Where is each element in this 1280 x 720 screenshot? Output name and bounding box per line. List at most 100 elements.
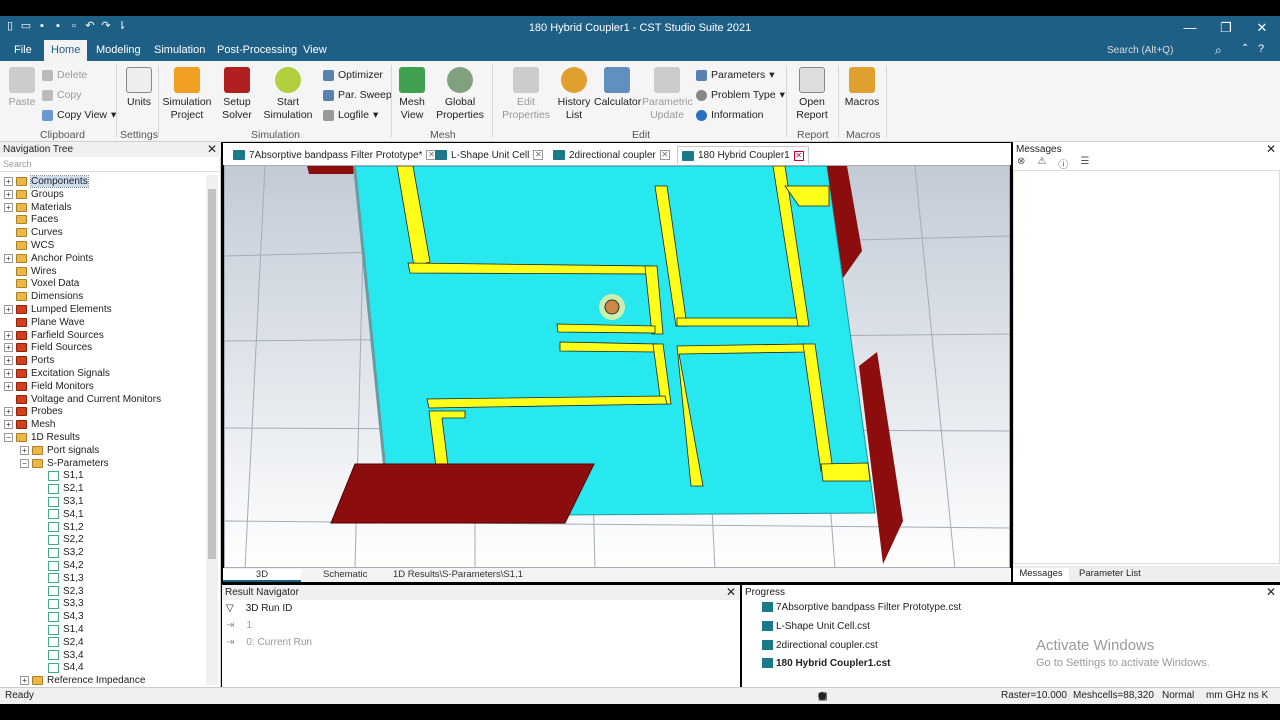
tree-item[interactable]: + Groups	[4, 188, 64, 201]
close-tab-icon[interactable]: ✕	[659, 150, 670, 160]
tree-item[interactable]: S3,2	[36, 546, 84, 559]
expand-icon[interactable]: +	[4, 407, 13, 417]
tree-item[interactable]: S4,3	[36, 610, 84, 623]
tree-item[interactable]: − S-Parameters	[20, 457, 109, 470]
tree-item[interactable]: S2,1	[36, 482, 84, 495]
start-simulation-button[interactable]: Start Simulation	[262, 67, 314, 122]
parameters-button[interactable]: Parameters ▾	[696, 69, 775, 81]
navigation-search-input[interactable]: Search	[0, 158, 219, 172]
tree-item[interactable]: S3,4	[36, 649, 84, 662]
expand-icon[interactable]: +	[4, 202, 13, 212]
tree-item[interactable]: + Field Sources	[4, 341, 92, 354]
expand-icon[interactable]: +	[4, 253, 13, 263]
progress-item-active[interactable]: 180 Hybrid Coupler1.cst	[762, 658, 890, 669]
expand-icon[interactable]: +	[4, 420, 13, 430]
close-icon[interactable]: ✕	[1266, 585, 1276, 599]
view-tab-1d-results[interactable]: 1D Results\S-Parameters\S1,1	[383, 569, 533, 582]
mesh-view-button[interactable]: Mesh View	[396, 67, 428, 122]
tree-item[interactable]: Plane Wave	[4, 316, 85, 329]
par-sweep-button[interactable]: Par. Sweep	[323, 89, 392, 101]
help-icon[interactable]: ?	[1258, 43, 1264, 55]
tree-item[interactable]: Faces	[4, 213, 58, 226]
tree-item[interactable]: WCS	[4, 239, 54, 252]
expand-icon[interactable]: +	[20, 445, 29, 455]
tree-item[interactable]: Curves	[4, 226, 63, 239]
expand-icon[interactable]: +	[4, 189, 13, 199]
global-properties-button[interactable]: Global Properties	[434, 67, 486, 122]
expand-icon[interactable]: +	[4, 369, 13, 378]
trace-d[interactable]	[556, 323, 656, 334]
menu-home[interactable]: Home	[44, 40, 88, 61]
progress-item[interactable]: L-Shape Unit Cell.cst	[762, 621, 870, 632]
collapse-ribbon-icon[interactable]: ⌃	[1241, 43, 1249, 54]
trace-o[interactable]	[820, 462, 871, 482]
logfile-button[interactable]: Logfile ▾	[323, 109, 378, 121]
progress-item[interactable]: 2directional coupler.cst	[762, 640, 878, 651]
3d-viewport[interactable]	[224, 165, 1010, 568]
tree-item[interactable]: + Mesh	[4, 418, 55, 431]
expand-icon[interactable]: +	[4, 305, 13, 314]
warning-icon[interactable]: ⚠	[1037, 156, 1046, 171]
search-box[interactable]: Search (Alt+Q)	[1107, 45, 1173, 56]
filter-icon[interactable]: ▽	[226, 603, 234, 614]
tree-item[interactable]: S1,4	[36, 623, 84, 636]
view-tab-schematic[interactable]: Schematic	[313, 569, 377, 582]
problem-type-button[interactable]: Problem Type ▾	[696, 89, 785, 101]
close-button[interactable]: ✕	[1244, 16, 1280, 40]
list-icon[interactable]: ☰	[1080, 156, 1089, 171]
tree-item[interactable]: S1,2	[36, 521, 84, 534]
tree-item[interactable]: S4,2	[36, 559, 84, 572]
trace-j[interactable]	[676, 317, 806, 327]
tab-messages[interactable]: Messages	[1013, 568, 1069, 582]
tree-item[interactable]: + Anchor Points	[4, 252, 93, 265]
information-button[interactable]: Information	[696, 109, 764, 121]
tree-item[interactable]: + Farfield Sources	[4, 329, 104, 342]
progress-item[interactable]: 7Absorptive bandpass Filter Prototype.cs…	[762, 602, 961, 613]
close-tab-icon[interactable]: ✕	[533, 150, 544, 160]
setup-solver-button[interactable]: Setup Solver	[216, 67, 258, 122]
menu-simulation[interactable]: Simulation	[154, 44, 205, 56]
tree-item[interactable]: S2,4	[36, 636, 84, 649]
tree-item[interactable]: + Reference Impedance	[20, 674, 145, 687]
tree-scrollbar[interactable]	[206, 175, 218, 685]
close-icon[interactable]: ✕	[1266, 142, 1276, 156]
tree-item[interactable]: + Components	[4, 175, 89, 188]
copy-button[interactable]: Copy	[42, 89, 82, 101]
menu-file[interactable]: File	[14, 44, 32, 56]
tree-item[interactable]: − 1D Results	[4, 431, 80, 444]
tree-item[interactable]: S3,3	[36, 597, 84, 610]
tree-item[interactable]: + Materials	[4, 201, 72, 214]
units-button[interactable]: Units	[122, 67, 156, 109]
tree-item[interactable]: + Ports	[4, 354, 54, 367]
tab-l-shape[interactable]: L-Shape Unit Cell ✕	[431, 146, 547, 164]
port-top-left[interactable]	[307, 166, 360, 174]
tab-parameter-list[interactable]: Parameter List	[1079, 568, 1141, 579]
tree-item[interactable]: S1,1	[36, 469, 84, 482]
close-icon[interactable]: ✕	[207, 142, 217, 156]
grid-icon[interactable]: ▦	[818, 691, 827, 702]
history-list-button[interactable]: History List	[556, 67, 592, 122]
paste-button[interactable]: Paste	[8, 67, 36, 109]
tree-item[interactable]: S4,1	[36, 508, 84, 521]
delete-button[interactable]: Delete	[42, 69, 87, 81]
simulation-project-button[interactable]: Simulation Project	[162, 67, 212, 122]
model-canvas[interactable]	[225, 166, 1010, 568]
tree-item[interactable]: S2,3	[36, 585, 84, 598]
tree-item[interactable]: S4,4	[36, 661, 84, 674]
copy-view-button[interactable]: Copy View ▾	[42, 109, 116, 121]
tab-directional-coupler[interactable]: 2directional coupler ✕	[549, 146, 674, 164]
tree-item[interactable]: + Lumped Elements	[4, 303, 112, 316]
view-tab-3d[interactable]: 3D	[223, 569, 301, 582]
menu-view[interactable]: View	[303, 44, 327, 56]
status-mode[interactable]: Normal	[1162, 690, 1194, 701]
menu-modeling[interactable]: Modeling	[96, 44, 141, 56]
tree-item[interactable]: + Excitation Signals	[4, 367, 110, 380]
close-tab-icon[interactable]: ✕	[793, 150, 804, 161]
clear-icon[interactable]: ⊗	[1017, 156, 1025, 171]
optimizer-button[interactable]: Optimizer	[323, 69, 383, 81]
open-report-button[interactable]: Open Report	[792, 67, 832, 122]
minimize-button[interactable]: —	[1172, 16, 1208, 40]
status-units[interactable]: mm GHz ns K	[1206, 690, 1268, 701]
expand-icon[interactable]: −	[4, 433, 13, 442]
tree-item[interactable]: S1,3	[36, 572, 84, 585]
